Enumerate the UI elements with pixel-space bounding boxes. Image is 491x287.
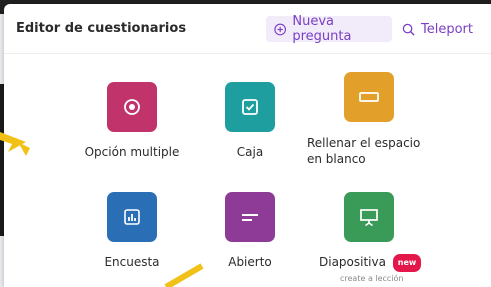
quiz-editor-panel: Editor de cuestionarios Nueva pregunta T… bbox=[4, 4, 491, 287]
slide-presentation-icon bbox=[344, 192, 394, 242]
question-type-label: Caja bbox=[236, 145, 264, 159]
open-text-icon bbox=[225, 192, 275, 242]
new-badge: new bbox=[392, 254, 422, 272]
question-type-open-ended[interactable]: Abierto bbox=[195, 192, 305, 270]
teleport-button[interactable]: Teleport bbox=[402, 16, 473, 42]
plus-circle-icon bbox=[274, 23, 287, 35]
blank-field-icon bbox=[344, 72, 394, 122]
question-type-multiple-choice[interactable]: Opción multiple bbox=[77, 82, 187, 160]
teleport-label: Teleport bbox=[421, 21, 473, 37]
question-type-label: Abierto bbox=[228, 255, 272, 269]
question-type-label: Diapositiva bbox=[319, 255, 386, 269]
arrow-pointer-icon bbox=[164, 263, 204, 287]
checkbox-icon bbox=[225, 82, 275, 132]
panel-title: Editor de cuestionarios bbox=[16, 21, 187, 36]
arrow-pointer-icon bbox=[0, 132, 30, 156]
question-type-label: Opción multiple bbox=[84, 145, 180, 159]
search-icon bbox=[402, 23, 415, 36]
radio-icon bbox=[107, 82, 157, 132]
poll-chart-icon bbox=[107, 192, 157, 242]
question-type-fill-blank[interactable]: Rellenar el espacio en blanco bbox=[307, 72, 437, 167]
question-type-slide[interactable]: Diapositiva new create a lección bbox=[307, 192, 437, 284]
question-type-label-row: Diapositiva new bbox=[307, 254, 437, 272]
question-type-label: Rellenar el espacio en blanco bbox=[307, 136, 421, 166]
new-question-button[interactable]: Nueva pregunta bbox=[266, 14, 392, 44]
slide-subtext: create a lección bbox=[340, 274, 404, 283]
new-question-label: Nueva pregunta bbox=[292, 14, 352, 44]
question-type-checkbox[interactable]: Caja bbox=[195, 82, 305, 160]
question-type-poll[interactable]: Encuesta bbox=[77, 192, 187, 270]
panel-header: Editor de cuestionarios Nueva pregunta T… bbox=[4, 4, 491, 54]
